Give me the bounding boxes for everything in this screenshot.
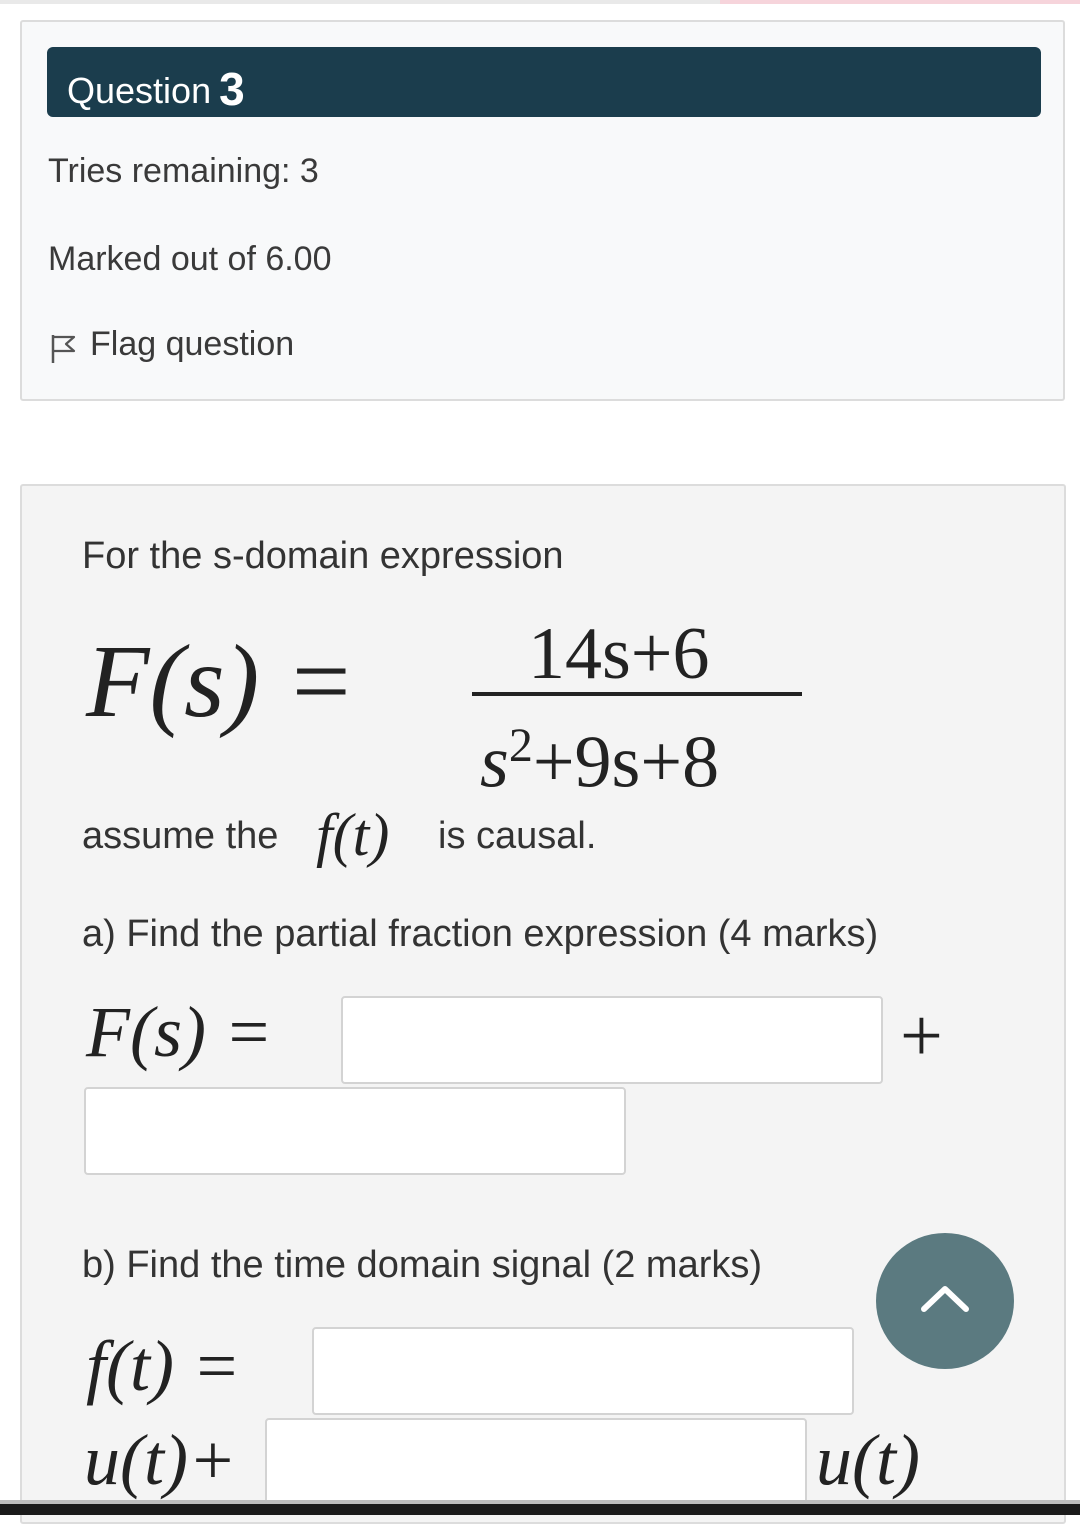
chevron-up-icon xyxy=(921,1286,969,1312)
assume-suffix: is causal. xyxy=(438,815,597,857)
assume-math: f(t) xyxy=(316,800,389,870)
denominator-base: s xyxy=(480,721,509,804)
part-a-lhs-text: F(s) = xyxy=(86,992,273,1072)
intro-text: For the s-domain expression xyxy=(82,535,564,577)
top-border xyxy=(0,0,1080,4)
flag-question-label: Flag question xyxy=(90,325,295,363)
equation-lhs: F(s) = xyxy=(86,622,355,742)
equation-denominator: s2+9s+8 xyxy=(480,704,719,805)
assume-prefix: assume the xyxy=(82,815,279,857)
part-b-prompt: b) Find the time domain signal (2 marks) xyxy=(82,1244,763,1286)
flag-icon xyxy=(48,331,78,365)
denominator-rest: +9s+8 xyxy=(532,721,720,804)
question-header: Question 3 xyxy=(47,47,1041,117)
equation-lhs-text: F(s) = xyxy=(86,624,356,739)
part-a-plus: + xyxy=(900,994,943,1078)
scroll-to-top-button[interactable] xyxy=(876,1233,1014,1369)
equation-numerator: 14s+6 xyxy=(528,613,710,695)
part-b-answer-field-2[interactable] xyxy=(265,1418,807,1506)
question-label: Question xyxy=(67,70,212,111)
question-title: Question 3 xyxy=(67,66,245,113)
part-b-lhs: f(t) = xyxy=(86,1324,241,1408)
part-b-u-term: u(t)+ xyxy=(84,1418,237,1502)
part-b-u-suffix: u(t) xyxy=(816,1418,920,1502)
part-a-answer-field-1[interactable] xyxy=(341,996,883,1084)
part-b-u-term-text: u(t)+ xyxy=(84,1420,237,1500)
part-a-answer-field-2[interactable] xyxy=(84,1087,626,1175)
part-a-lhs: F(s) = xyxy=(86,990,273,1074)
assume-math-text: f(t) xyxy=(316,802,390,868)
denominator-exponent: 2 xyxy=(508,719,533,772)
part-a-prompt: a) Find the partial fraction expression … xyxy=(82,913,879,955)
part-b-lhs-text: f(t) = xyxy=(86,1326,241,1406)
top-border-accent xyxy=(720,0,1080,4)
question-number: 3 xyxy=(219,63,245,115)
part-b-answer-field-1[interactable] xyxy=(312,1327,854,1415)
flag-question-link[interactable]: Flag question xyxy=(48,325,294,365)
marked-out-of: Marked out of 6.00 xyxy=(48,240,332,278)
fraction-bar xyxy=(472,692,802,696)
tries-remaining: Tries remaining: 3 xyxy=(48,152,319,190)
part-b-u-suffix-text: u(t) xyxy=(816,1420,920,1500)
bottom-edge xyxy=(0,1500,1080,1515)
bottom-edge-line xyxy=(0,1500,1080,1504)
question-info-card: Question 3 Tries remaining: 3 Marked out … xyxy=(20,20,1065,401)
